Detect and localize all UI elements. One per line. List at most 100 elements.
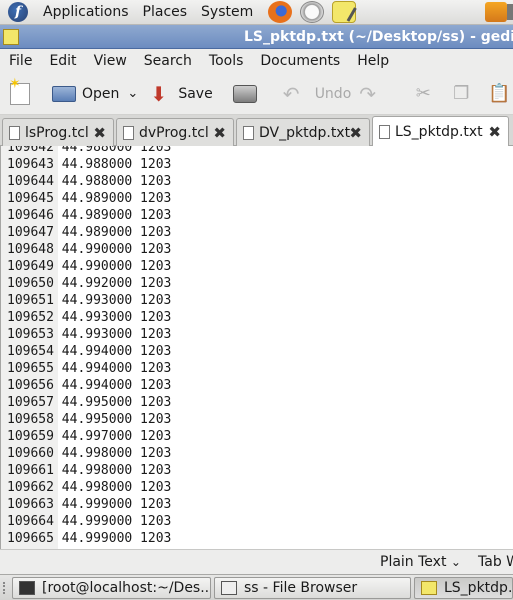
clipboard-icon: 📋 <box>488 82 511 104</box>
text-line[interactable]: 109657 44.995000 1203 <box>7 394 171 411</box>
menu-edit[interactable]: Edit <box>40 53 84 69</box>
open-label: Open <box>82 85 120 102</box>
show-desktop-icon[interactable] <box>3 582 10 594</box>
text-line[interactable]: 109654 44.994000 1203 <box>7 343 171 360</box>
text-line[interactable]: 109664 44.999000 1203 <box>7 513 171 530</box>
tab-label: lsProg.tcl <box>25 124 89 141</box>
text-line[interactable]: 109649 44.990000 1203 <box>7 258 171 275</box>
applications-menu[interactable]: Applications <box>36 4 136 20</box>
tab-dvprog[interactable]: dvProg.tcl ✖ <box>116 118 234 146</box>
tray-update-icon[interactable] <box>485 2 507 22</box>
text-editor[interactable]: 109642 44.988000 1203 109643 44.988000 12… <box>0 146 513 549</box>
text-line[interactable]: 109647 44.989000 1203 <box>7 224 171 241</box>
print-button[interactable] <box>229 77 267 111</box>
text-line[interactable]: 109645 44.989000 1203 <box>7 190 171 207</box>
undo-label: Undo <box>314 85 352 102</box>
tab-lsprog[interactable]: lsProg.tcl ✖ <box>2 118 114 146</box>
cut-button[interactable]: ✂ <box>407 77 445 111</box>
close-icon[interactable]: ✖ <box>488 123 501 141</box>
text-line[interactable]: 109661 44.998000 1203 <box>7 462 171 479</box>
tab-ls-pktdp[interactable]: LS_pktdp.txt ✖ <box>372 116 509 147</box>
close-icon[interactable]: ✖ <box>349 124 362 142</box>
redo-arrow-icon: ↷ <box>359 81 377 106</box>
text-line[interactable]: 109655 44.994000 1203 <box>7 360 171 377</box>
system-menu[interactable]: System <box>194 4 260 20</box>
text-document-icon <box>243 125 254 140</box>
editor-content[interactable]: 109642 44.988000 1203 109643 44.988000 12… <box>7 146 171 547</box>
text-line[interactable]: 109662 44.998000 1203 <box>7 479 171 496</box>
menu-documents[interactable]: Documents <box>251 53 348 69</box>
chevron-down-icon: ⌄ <box>450 555 461 569</box>
taskbar-item-terminal[interactable]: [root@localhost:~/Des... <box>12 577 211 599</box>
close-icon[interactable]: ✖ <box>213 124 226 142</box>
close-icon[interactable]: ✖ <box>93 124 106 142</box>
save-label: Save <box>178 85 213 102</box>
chevron-down-icon: ⌄ <box>127 86 139 101</box>
toolbar: Open ⌄ ⬇ Save ↶ Undo ↷ ✂ ❐ 📋 <box>0 73 513 115</box>
text-line[interactable]: 109651 44.993000 1203 <box>7 292 171 309</box>
open-button[interactable]: Open <box>48 77 123 111</box>
tab-label: LS_pktdp.txt <box>395 124 483 140</box>
statusbar: Plain Text ⌄ Tab W <box>0 549 513 574</box>
save-button[interactable]: ⬇ Save <box>146 77 216 111</box>
menu-help[interactable]: Help <box>348 53 397 69</box>
text-line[interactable]: 109660 44.998000 1203 <box>7 445 171 462</box>
copy-button[interactable]: ❐ <box>445 77 483 111</box>
top-panel: f Applications Places System <box>0 0 513 25</box>
save-icon: ⬇ <box>150 81 168 106</box>
scissors-icon: ✂ <box>415 82 431 104</box>
fedora-logo-icon[interactable]: f <box>8 2 28 22</box>
gedit-icon <box>421 581 437 595</box>
menu-tools[interactable]: Tools <box>200 53 252 69</box>
mail-icon[interactable] <box>300 1 325 23</box>
undo-arrow-icon: ↶ <box>282 81 300 106</box>
tab-width-selector[interactable]: Tab W <box>478 554 513 570</box>
taskbar-item-label: [root@localhost:~/Des... <box>42 580 211 596</box>
menu-file[interactable]: File <box>0 53 40 69</box>
firefox-icon[interactable] <box>268 1 293 23</box>
text-line[interactable]: 109642 44.988000 1203 <box>7 146 171 156</box>
text-line[interactable]: 109665 44.999000 1203 <box>7 530 171 547</box>
open-folder-icon <box>52 85 76 102</box>
file-browser-icon <box>221 581 237 595</box>
copy-icon: ❐ <box>453 82 470 104</box>
text-line[interactable]: 109644 44.988000 1203 <box>7 173 171 190</box>
text-line[interactable]: 109650 44.992000 1203 <box>7 275 171 292</box>
text-line[interactable]: 109659 44.997000 1203 <box>7 428 171 445</box>
bottom-taskbar: [root@localhost:~/Des... ss - File Brows… <box>0 574 513 600</box>
text-line[interactable]: 109646 44.989000 1203 <box>7 207 171 224</box>
places-menu[interactable]: Places <box>136 4 195 20</box>
text-line[interactable]: 109643 44.988000 1203 <box>7 156 171 173</box>
tab-dv-pktdp[interactable]: DV_pktdp.txt ✖ <box>236 118 370 146</box>
menu-search[interactable]: Search <box>135 53 200 69</box>
text-line[interactable]: 109658 44.995000 1203 <box>7 411 171 428</box>
language-label: Plain Text <box>380 554 447 570</box>
paste-button[interactable]: 📋 <box>483 77 513 111</box>
taskbar-item-label: ss - File Browser <box>244 580 358 596</box>
tab-label: DV_pktdp.txt <box>259 124 351 141</box>
taskbar-item-gedit[interactable]: LS_pktdp.t <box>414 577 513 599</box>
window-titlebar[interactable]: LS_pktdp.txt (~/Desktop/ss) - gedit <box>0 25 513 49</box>
text-line[interactable]: 109653 44.993000 1203 <box>7 326 171 343</box>
menu-view[interactable]: View <box>85 53 135 69</box>
document-tabs: lsProg.tcl ✖ dvProg.tcl ✖ DV_pktdp.txt ✖… <box>0 115 513 147</box>
window-title: LS_pktdp.txt (~/Desktop/ss) - gedit <box>244 28 513 45</box>
text-line[interactable]: 109656 44.994000 1203 <box>7 377 171 394</box>
gedit-app-icon <box>3 28 19 45</box>
terminal-icon <box>19 581 35 595</box>
menubar: File Edit View Search Tools Documents He… <box>0 49 513 73</box>
text-document-icon <box>9 125 20 140</box>
printer-icon <box>232 84 257 103</box>
tab-label: dvProg.tcl <box>139 124 209 141</box>
open-recent-dropdown[interactable]: ⌄ <box>123 77 142 111</box>
language-selector[interactable]: Plain Text ⌄ <box>380 554 461 570</box>
taskbar-item-file-browser[interactable]: ss - File Browser <box>214 577 411 599</box>
tray-volume-icon[interactable] <box>507 4 513 20</box>
text-line[interactable]: 109663 44.999000 1203 <box>7 496 171 513</box>
notes-icon[interactable] <box>332 1 357 23</box>
new-button[interactable] <box>6 76 40 111</box>
redo-button[interactable]: ↷ <box>355 77 395 111</box>
text-line[interactable]: 109652 44.993000 1203 <box>7 309 171 326</box>
text-line[interactable]: 109648 44.990000 1203 <box>7 241 171 258</box>
undo-button[interactable]: ↶ Undo <box>279 77 356 111</box>
